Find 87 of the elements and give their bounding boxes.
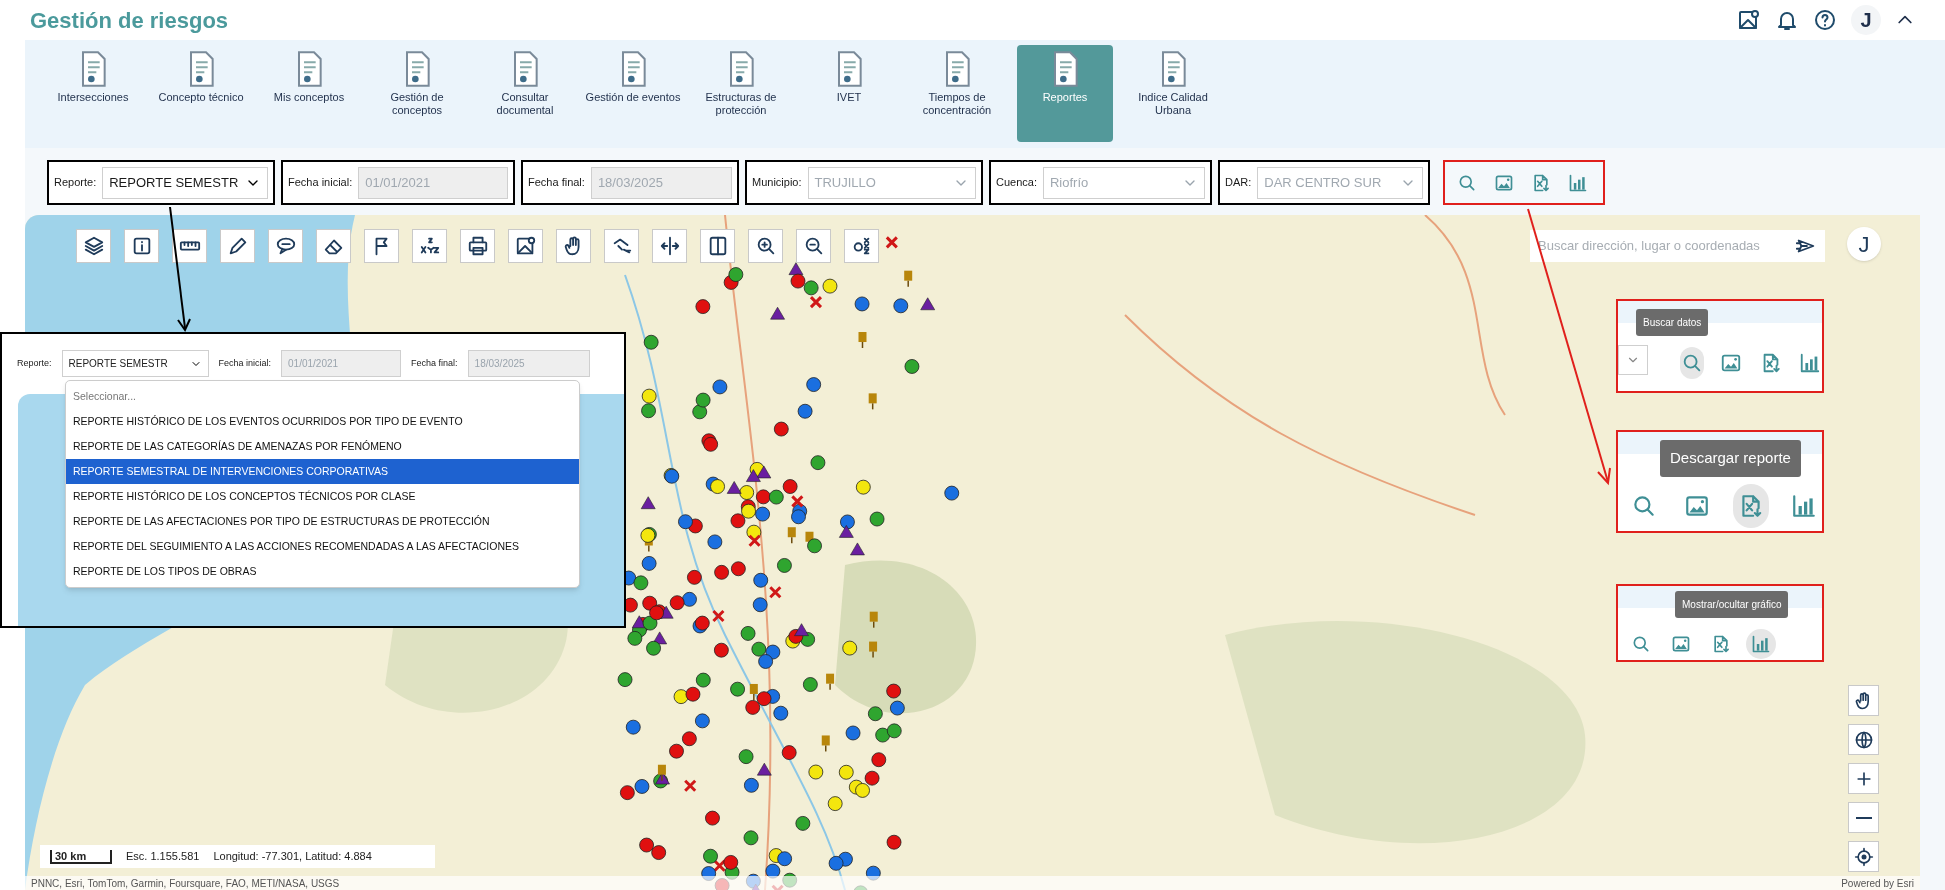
module-tab[interactable]: Gestión de conceptos bbox=[369, 45, 465, 142]
bar-chart-icon bbox=[1751, 634, 1771, 654]
download-icon bbox=[1711, 634, 1731, 654]
filter-label: Fecha inicial: bbox=[218, 356, 272, 370]
scale-bar: 30 km bbox=[50, 849, 112, 864]
globe-icon bbox=[1853, 729, 1874, 750]
address-search-field[interactable]: Buscar dirección, lugar o coordenadas bbox=[1530, 230, 1825, 262]
map-tool-button[interactable] bbox=[412, 229, 447, 263]
map-tool-button[interactable] bbox=[700, 229, 735, 263]
image-icon bbox=[1671, 634, 1691, 654]
download-button[interactable] bbox=[1733, 484, 1769, 528]
select-field[interactable]: REPORTE SEMESTR bbox=[102, 166, 268, 199]
bar-chart-icon bbox=[1791, 493, 1818, 519]
app-title: Gestión de riesgos bbox=[30, 6, 229, 35]
filter-label: Fecha inicial: bbox=[288, 175, 353, 191]
layers-icon bbox=[82, 235, 105, 257]
tooltip: Buscar datos bbox=[1636, 309, 1709, 336]
filter-label: Cuenca: bbox=[996, 175, 1037, 191]
scale-ratio: Esc. 1.155.581 bbox=[126, 849, 200, 865]
filter-label: Fecha final: bbox=[528, 175, 585, 191]
dropdown-option[interactable]: REPORTE DE LAS AFECTACIONES POR TIPO DE ESTRUCTURAS DE PROTECCIÓN bbox=[66, 509, 579, 534]
dropdown-option[interactable]: REPORTE HISTÓRICO DE LOS CONCEPTOS TÉCNICOS POR CLASE bbox=[66, 484, 579, 509]
cursor-coordinates: Longitud: -77.301, Latitud: 4.884 bbox=[213, 849, 372, 865]
module-tab[interactable]: IVET bbox=[801, 45, 897, 142]
dropdown-option[interactable]: REPORTE SEMESTRAL DE INTERVENCIONES CORPORATIVAS bbox=[66, 459, 579, 484]
image-icon bbox=[1720, 352, 1743, 374]
tooltip: Mostrar/ocultar gráfico bbox=[1675, 591, 1789, 618]
filter-label: DAR: bbox=[1225, 175, 1252, 191]
zoom-in-button[interactable] bbox=[1848, 763, 1879, 794]
dropdown-option[interactable]: REPORTE HISTÓRICO DE LOS EVENTOS OCURRIDOS POR TIPO DE EVENTO bbox=[66, 409, 579, 434]
module-tab[interactable]: Intersecciones bbox=[45, 45, 141, 142]
map-tool-button[interactable] bbox=[76, 229, 111, 263]
map-tool-button[interactable] bbox=[748, 229, 783, 263]
chart-button[interactable] bbox=[1746, 629, 1776, 659]
dropdown-option[interactable]: REPORTE DEL SEGUIMIENTO A LAS ACCIONES RECOMENDADAS A LAS AFECTACIONES bbox=[66, 534, 579, 559]
search-icon bbox=[1631, 634, 1651, 654]
map-tool-button[interactable] bbox=[460, 229, 495, 263]
map-tool-button[interactable] bbox=[364, 229, 399, 263]
filter-label: Reporte: bbox=[54, 175, 97, 191]
map-user-avatar[interactable]: J bbox=[1847, 227, 1881, 261]
map-tool-button[interactable] bbox=[316, 229, 351, 263]
help-icon[interactable] bbox=[1813, 8, 1837, 32]
map-tool-button[interactable] bbox=[268, 229, 303, 263]
map-tool-button[interactable] bbox=[796, 229, 831, 263]
minus-icon bbox=[1855, 816, 1872, 819]
dropdown-placeholder[interactable]: Seleccionar... bbox=[66, 384, 579, 409]
globe-button[interactable] bbox=[1848, 724, 1879, 755]
map-tool-button[interactable] bbox=[220, 229, 255, 263]
dropdown-option[interactable]: REPORTE DE LOS TIPOS DE OBRAS bbox=[66, 559, 579, 584]
select-field[interactable] bbox=[1618, 345, 1648, 375]
download-icon[interactable] bbox=[1531, 172, 1551, 193]
tooltip: Descargar reporte bbox=[1660, 440, 1801, 477]
bar-chart-icon bbox=[1799, 352, 1822, 374]
map-tool-button[interactable] bbox=[172, 229, 207, 263]
filter-label: Fecha final: bbox=[411, 356, 458, 370]
module-tab[interactable]: Consultar documental bbox=[477, 45, 573, 142]
pan-button[interactable] bbox=[1848, 685, 1879, 716]
select-field[interactable]: REPORTE SEMESTR bbox=[61, 350, 209, 377]
zoom-out-button[interactable] bbox=[1848, 802, 1879, 833]
map-attribution: PNNC, Esri, TomTom, Garmin, Foursquare, FAO, METI/NASA, USGS bbox=[31, 876, 340, 890]
map-tool-button[interactable] bbox=[652, 229, 687, 263]
filter-label: Municipio: bbox=[752, 175, 802, 191]
bar-chart-icon[interactable] bbox=[1568, 172, 1588, 193]
speech-bubble-icon bbox=[274, 235, 297, 257]
map-tool-button[interactable] bbox=[556, 229, 591, 263]
locate-icon bbox=[1853, 846, 1874, 867]
printer-icon bbox=[466, 235, 489, 257]
search-button[interactable] bbox=[1680, 347, 1704, 379]
dropdown-option[interactable]: REPORTE DE LAS CATEGORÍAS DE AMENAZAS POR FENÓMENO bbox=[66, 434, 579, 459]
map-tool-button[interactable] bbox=[604, 229, 639, 263]
user-avatar[interactable]: J bbox=[1851, 5, 1881, 35]
map-image-icon[interactable] bbox=[1737, 8, 1761, 32]
module-tab[interactable]: Tiempos de concentración bbox=[909, 45, 1005, 142]
module-tab[interactable]: Gestión de eventos bbox=[585, 45, 681, 142]
module-tab[interactable]: Mis conceptos bbox=[261, 45, 357, 142]
split-arrows-icon bbox=[658, 235, 681, 257]
address-input[interactable]: Buscar dirección, lugar o coordenadas bbox=[1538, 236, 1795, 256]
module-tab[interactable]: Estructuras de protección bbox=[693, 45, 789, 142]
map-tool-button[interactable] bbox=[844, 229, 879, 263]
image-icon bbox=[1684, 493, 1711, 519]
powered-by: Powered by Esri bbox=[1841, 876, 1914, 890]
map-tool-button[interactable] bbox=[508, 229, 543, 263]
map-image-icon bbox=[514, 235, 537, 257]
module-tab[interactable]: Concepto técnico bbox=[153, 45, 249, 142]
map-tool-button[interactable] bbox=[124, 229, 159, 263]
module-tab[interactable]: Indice Calidad Urbana bbox=[1125, 45, 1221, 142]
locate-button[interactable] bbox=[1848, 841, 1879, 872]
